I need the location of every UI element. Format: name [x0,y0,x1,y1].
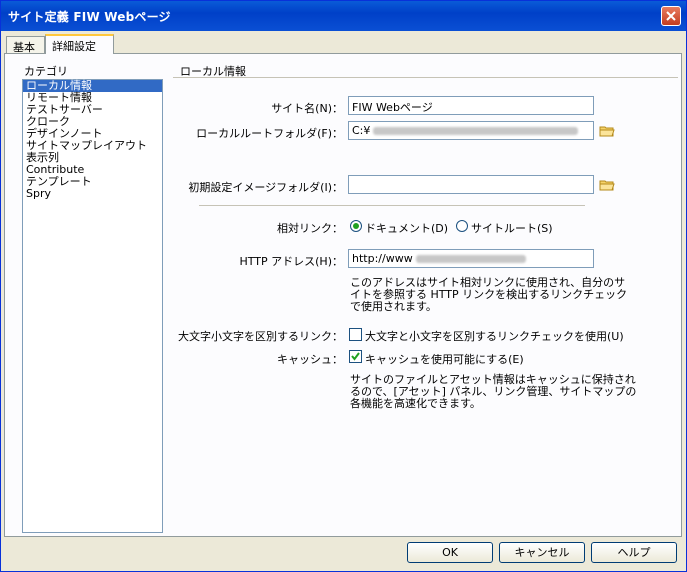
cache-desc-line: 各機能を高速化できます。 [350,397,481,410]
browse-image-folder-icon[interactable] [599,179,615,191]
local-root-label: ローカルルートフォルダ(F)： [196,127,343,140]
cache-checkbox[interactable] [349,350,362,363]
tab-advanced-label: 詳細設定 [52,40,96,53]
site-name-value: FIW Webページ [352,101,433,114]
radio-site-root-label[interactable]: サイトルート(S) [471,220,553,236]
window-title: サイト定義 FIW Webページ [8,10,171,24]
section-divider [173,77,678,78]
http-desc-line: で使用されます。 [350,300,437,313]
case-sensitive-option-label[interactable]: 大文字と小文字を区別するリンクチェックを使用(U) [365,328,624,344]
redacted-path [373,127,579,135]
site-name-input[interactable]: FIW Webページ [348,96,594,115]
cache-option-label[interactable]: キャッシュを使用可能にする(E) [365,351,524,367]
http-address-label: HTTP アドレス(H)： [239,255,343,268]
radio-document-label[interactable]: ドキュメント(D) [365,220,448,236]
tab-basic[interactable]: 基本 [6,36,45,54]
case-sensitive-label: 大文字小文字を区別するリンク： [178,330,343,343]
default-image-label: 初期設定イメージフォルダ(I)： [188,181,343,194]
close-button[interactable] [661,6,681,26]
checkmark-icon [351,352,360,361]
category-item-spry[interactable]: Spry [23,188,162,200]
close-icon [666,11,676,21]
radio-site-root[interactable] [456,220,468,232]
case-sensitive-checkbox[interactable] [349,328,362,341]
relative-link-label: 相対リンク： [277,222,343,235]
http-address-value: http://www [352,252,413,265]
separator [199,205,585,206]
cancel-button[interactable]: キャンセル [499,542,585,563]
browse-folder-icon[interactable] [599,125,615,137]
http-address-input[interactable]: http://www [348,249,594,268]
redacted-url [415,255,526,263]
ok-button[interactable]: OK [407,542,493,563]
category-label: カテゴリ [24,65,68,78]
tab-advanced[interactable]: 詳細設定 [45,34,114,54]
category-list[interactable]: ローカル情報 リモート情報 テストサーバー クローク デザインノート サイトマッ… [22,79,163,533]
help-button[interactable]: ヘルプ [591,542,677,563]
radio-selected-dot [353,223,359,229]
local-root-value: C:¥ [352,124,371,137]
site-definition-dialog: サイト定義 FIW Webページ 基本 詳細設定 カテゴリ ローカル情報 リモー… [0,0,687,572]
cache-description: サイトのファイルとアセット情報はキャッシュに保持され るので、[アセット] パネ… [350,374,636,410]
http-address-description: このアドレスはサイト相対リンクに使用され、自分のサ イトを参照する HTTP リ… [350,277,627,313]
site-name-label: サイト名(N)： [271,102,343,115]
title-bar[interactable]: サイト定義 FIW Webページ [1,1,686,31]
cache-label: キャッシュ： [277,353,343,366]
default-image-input[interactable] [348,175,594,194]
local-root-input[interactable]: C:¥ [348,121,594,140]
radio-document[interactable] [350,220,362,232]
